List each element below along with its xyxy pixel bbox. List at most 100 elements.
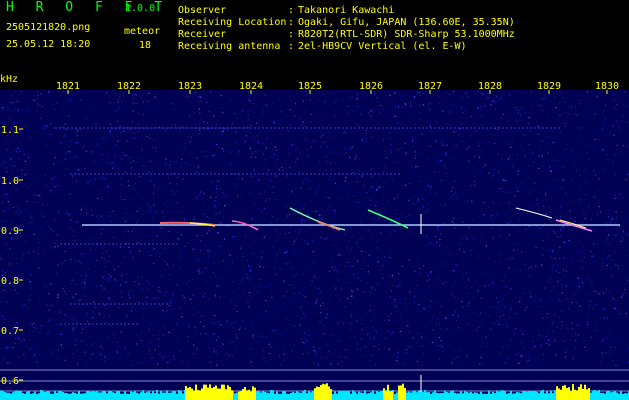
level-peak — [562, 385, 564, 400]
level-bar — [432, 392, 434, 400]
level-bar — [70, 393, 72, 400]
level-bar — [120, 393, 122, 400]
level-peak — [185, 385, 187, 400]
level-bar — [142, 390, 144, 400]
level-bar — [108, 390, 110, 400]
level-bar — [608, 390, 610, 400]
level-bar — [272, 390, 274, 400]
level-bar — [110, 390, 112, 400]
level-bar — [294, 392, 296, 400]
level-bar — [452, 390, 454, 400]
level-bar — [84, 393, 86, 400]
level-peak — [225, 389, 227, 400]
level-bar — [78, 390, 80, 400]
level-bar — [360, 392, 362, 400]
level-bar — [266, 392, 268, 400]
level-peak — [217, 388, 219, 400]
level-bar — [610, 392, 612, 400]
level-bar — [456, 393, 458, 400]
level-bar — [464, 390, 466, 400]
y-axis-unit: kHz — [0, 74, 19, 85]
level-bar — [510, 390, 512, 400]
level-bar — [478, 393, 480, 400]
y-tick-label: 0.7 — [1, 326, 19, 337]
level-bar — [366, 393, 368, 400]
level-bar — [484, 393, 486, 400]
level-bar — [292, 391, 294, 400]
level-bar — [28, 391, 30, 400]
level-bar — [504, 390, 506, 400]
level-bar — [362, 392, 364, 400]
level-bar — [74, 392, 76, 400]
antenna-label: Receiving antenna — [178, 41, 281, 52]
level-peak — [254, 387, 256, 400]
level-bar — [368, 393, 370, 400]
level-bar — [444, 390, 446, 400]
level-bar — [94, 391, 96, 400]
level-bar — [134, 390, 136, 400]
level-bar — [406, 392, 408, 400]
level-bar — [154, 393, 156, 400]
level-bar — [532, 391, 534, 400]
level-peak — [231, 390, 233, 400]
level-bar — [624, 393, 626, 400]
level-bar — [426, 392, 428, 400]
level-peak — [227, 385, 229, 400]
level-bar — [42, 390, 44, 400]
level-bar — [40, 390, 42, 400]
level-bar — [172, 391, 174, 400]
level-bar — [170, 392, 172, 400]
level-bar — [46, 391, 48, 400]
level-peak — [578, 386, 580, 400]
level-bar — [372, 390, 374, 400]
level-bar — [54, 390, 56, 400]
level-bar — [4, 392, 6, 400]
level-bar — [552, 393, 554, 400]
level-bar — [550, 390, 552, 400]
file-name: 2505121820.png — [6, 22, 91, 33]
level-bar — [114, 392, 116, 400]
level-bar — [88, 391, 90, 400]
level-bar — [60, 391, 62, 400]
level-peak — [387, 384, 389, 400]
level-bar — [18, 390, 20, 400]
level-bar — [176, 393, 178, 400]
level-bar — [106, 393, 108, 400]
level-peak — [574, 389, 576, 400]
level-bar — [378, 391, 380, 400]
level-bar — [136, 392, 138, 400]
level-bar — [544, 393, 546, 400]
level-bar — [410, 392, 412, 400]
y-tick-label: 1.0 — [1, 176, 19, 187]
level-bar — [62, 392, 64, 400]
level-bar — [150, 393, 152, 400]
level-peak — [389, 391, 391, 400]
level-bar — [434, 390, 436, 400]
observer-label: Observer — [178, 5, 227, 16]
level-bar — [414, 390, 416, 400]
level-bar — [352, 390, 354, 400]
level-bar — [20, 391, 22, 400]
level-bar — [296, 390, 298, 400]
level-bar — [618, 393, 620, 400]
level-bar — [490, 393, 492, 400]
level-bar — [354, 391, 356, 400]
level-bar — [482, 393, 484, 400]
level-bar — [76, 393, 78, 400]
observer-value: Takanori Kawachi — [298, 5, 395, 16]
observer-separator: : — [288, 5, 295, 16]
level-bar — [604, 393, 606, 400]
level-bar — [542, 390, 544, 400]
level-bar — [614, 390, 616, 400]
level-peak — [191, 388, 193, 400]
level-bar — [500, 390, 502, 400]
level-peak — [316, 386, 318, 400]
level-peak — [584, 384, 586, 400]
level-bar — [302, 391, 304, 400]
level-bar — [458, 393, 460, 400]
level-peak — [209, 384, 211, 400]
level-bar — [592, 390, 594, 400]
level-peak — [244, 387, 246, 400]
level-bar — [612, 391, 614, 400]
level-peak — [242, 388, 244, 400]
